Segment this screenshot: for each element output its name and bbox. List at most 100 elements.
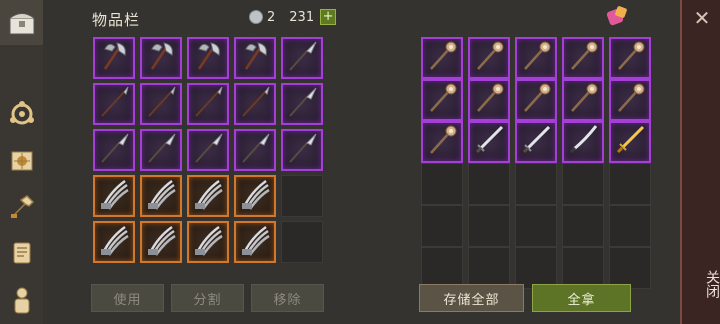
claw-icon bbox=[97, 177, 131, 215]
glaive-icon bbox=[238, 131, 272, 169]
axe-icon bbox=[191, 39, 225, 77]
inventory-slot[interactable] bbox=[140, 175, 182, 217]
inventory-slot[interactable] bbox=[234, 129, 276, 171]
claw-icon bbox=[191, 223, 225, 261]
inventory-grid bbox=[93, 37, 323, 263]
currency-display: 2 231 + bbox=[249, 9, 337, 25]
storage-slot[interactable] bbox=[421, 121, 463, 163]
close-label[interactable]: 关闭 bbox=[682, 270, 720, 298]
blade-icon bbox=[566, 123, 600, 161]
storage-slot[interactable] bbox=[468, 79, 510, 121]
inventory-slot[interactable] bbox=[187, 129, 229, 171]
claw-icon bbox=[238, 177, 272, 215]
storage-slot[interactable] bbox=[562, 163, 604, 205]
close-panel[interactable]: ✕ 关闭 bbox=[680, 0, 720, 324]
spear-icon bbox=[144, 85, 178, 123]
staff-icon bbox=[425, 81, 459, 119]
storage-slot[interactable] bbox=[562, 79, 604, 121]
storage-slot[interactable] bbox=[515, 121, 557, 163]
storage-slot[interactable] bbox=[468, 163, 510, 205]
inventory-slot[interactable] bbox=[187, 175, 229, 217]
character-icon[interactable] bbox=[4, 282, 39, 317]
axe-icon bbox=[97, 39, 131, 77]
inventory-slot[interactable] bbox=[140, 129, 182, 171]
split-button[interactable]: 分割 bbox=[171, 284, 244, 312]
storage-slot[interactable] bbox=[468, 37, 510, 79]
inventory-slot[interactable] bbox=[187, 37, 229, 79]
glaive-icon bbox=[285, 39, 319, 77]
staff-icon bbox=[425, 123, 459, 161]
storage-slot[interactable] bbox=[609, 37, 651, 79]
add-currency-button[interactable]: + bbox=[320, 9, 337, 25]
storage-slot[interactable] bbox=[515, 163, 557, 205]
storage-slot[interactable] bbox=[609, 163, 651, 205]
inventory-slot[interactable] bbox=[93, 83, 135, 125]
storage-slot[interactable] bbox=[468, 205, 510, 247]
knowledge-icon[interactable] bbox=[4, 143, 39, 178]
use-button[interactable]: 使用 bbox=[91, 284, 164, 312]
storage-slot[interactable] bbox=[515, 247, 557, 289]
inventory-slot[interactable] bbox=[281, 37, 323, 79]
inventory-slot[interactable] bbox=[187, 83, 229, 125]
chest-icon bbox=[4, 5, 39, 40]
claw-icon bbox=[144, 223, 178, 261]
claw-icon bbox=[238, 223, 272, 261]
currency-a-value: 2 bbox=[267, 9, 276, 25]
storage-slot[interactable] bbox=[562, 247, 604, 289]
storage-slot[interactable] bbox=[515, 79, 557, 121]
store-all-button[interactable]: 存储全部 bbox=[419, 284, 524, 312]
inventory-slot[interactable] bbox=[234, 83, 276, 125]
storage-slot[interactable] bbox=[421, 79, 463, 121]
storage-slot[interactable] bbox=[562, 37, 604, 79]
glaive-icon bbox=[285, 85, 319, 123]
spear-icon bbox=[238, 85, 272, 123]
inventory-slot[interactable] bbox=[187, 221, 229, 263]
inventory-slot[interactable] bbox=[93, 129, 135, 171]
staff-icon bbox=[425, 39, 459, 77]
inventory-slot[interactable] bbox=[281, 83, 323, 125]
coin-icon bbox=[249, 10, 263, 24]
storage-slot[interactable] bbox=[609, 205, 651, 247]
staff-icon bbox=[613, 39, 647, 77]
inventory-slot[interactable] bbox=[281, 221, 323, 263]
inventory-slot[interactable] bbox=[93, 175, 135, 217]
sword-icon bbox=[519, 123, 553, 161]
storage-slot[interactable] bbox=[609, 247, 651, 289]
inventory-slot[interactable] bbox=[234, 175, 276, 217]
inventory-slot[interactable] bbox=[281, 129, 323, 171]
storage-slot[interactable] bbox=[421, 37, 463, 79]
glaive-icon bbox=[144, 131, 178, 169]
storage-slot[interactable] bbox=[421, 247, 463, 289]
inventory-slot[interactable] bbox=[93, 37, 135, 79]
claw-icon bbox=[144, 177, 178, 215]
dye-icon[interactable] bbox=[606, 4, 630, 28]
spear-icon bbox=[97, 85, 131, 123]
storage-slot[interactable] bbox=[515, 37, 557, 79]
remove-button[interactable]: 移除 bbox=[251, 284, 324, 312]
inventory-slot[interactable] bbox=[234, 221, 276, 263]
inventory-slot[interactable] bbox=[281, 175, 323, 217]
close-icon[interactable]: ✕ bbox=[682, 6, 720, 30]
storage-slot[interactable] bbox=[421, 205, 463, 247]
storage-slot[interactable] bbox=[562, 205, 604, 247]
build-icon[interactable] bbox=[4, 189, 39, 224]
inventory-slot[interactable] bbox=[140, 221, 182, 263]
staff-icon bbox=[613, 81, 647, 119]
staff-icon bbox=[566, 81, 600, 119]
storage-slot[interactable] bbox=[562, 121, 604, 163]
staff-icon bbox=[472, 81, 506, 119]
inventory-slot[interactable] bbox=[234, 37, 276, 79]
storage-slot[interactable] bbox=[468, 247, 510, 289]
storage-slot[interactable] bbox=[421, 163, 463, 205]
crafting-icon[interactable] bbox=[4, 96, 39, 131]
storage-slot[interactable] bbox=[515, 205, 557, 247]
scroll-icon[interactable] bbox=[4, 235, 39, 270]
inventory-slot[interactable] bbox=[140, 83, 182, 125]
storage-slot[interactable] bbox=[468, 121, 510, 163]
inventory-slot[interactable] bbox=[140, 37, 182, 79]
storage-slot[interactable] bbox=[609, 121, 651, 163]
storage-slot[interactable] bbox=[609, 79, 651, 121]
inventory-slot[interactable] bbox=[93, 221, 135, 263]
take-all-button[interactable]: 全拿 bbox=[532, 284, 631, 312]
sidebar-inventory-tab[interactable] bbox=[0, 0, 43, 45]
